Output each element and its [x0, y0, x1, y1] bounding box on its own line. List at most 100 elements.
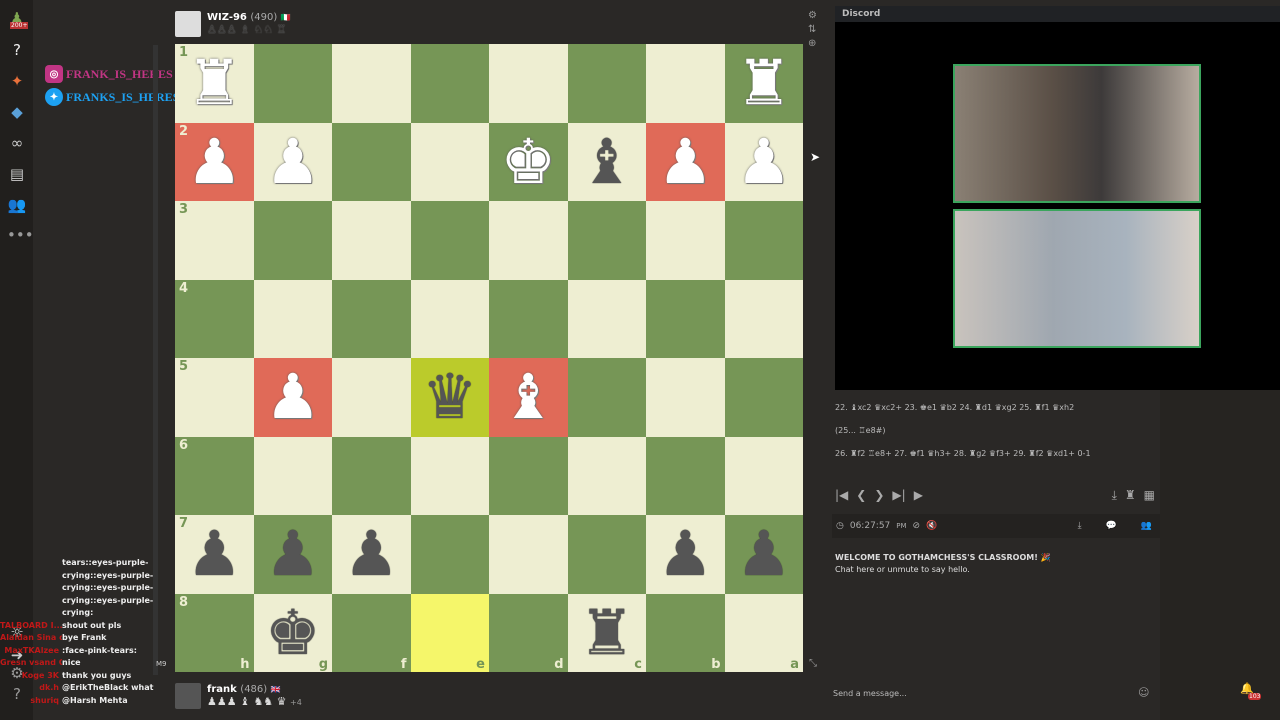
move-line[interactable]: 22. ♝xc2 ♛xc2+ 23. ♚e1 ♛b2 24. ♜d1 ♛xg2 … — [835, 398, 1160, 421]
square-e1[interactable] — [410, 44, 489, 123]
emoji-icon[interactable]: ☺ — [1138, 686, 1149, 699]
chat-username[interactable] — [0, 596, 62, 609]
square-e8[interactable]: e — [410, 593, 489, 672]
avatar[interactable] — [175, 11, 201, 37]
white-piece[interactable]: ♟ — [265, 366, 321, 428]
chat-username[interactable] — [0, 558, 62, 571]
puzzle-icon[interactable]: ? — [7, 40, 27, 60]
black-piece[interactable]: ♟ — [265, 523, 321, 585]
square-b5[interactable] — [646, 358, 725, 437]
square-g4[interactable] — [253, 279, 332, 358]
square-h2[interactable]: ♟ 2 — [175, 122, 254, 201]
chat-username[interactable] — [0, 571, 62, 584]
chat-username[interactable] — [0, 583, 62, 596]
last-move-button[interactable]: ▶| — [892, 488, 905, 502]
chat-username[interactable]: Alaldan Sina ole... — [0, 633, 62, 646]
square-a5[interactable] — [724, 358, 803, 437]
white-piece[interactable]: ♟ — [657, 130, 713, 193]
white-piece[interactable]: ♟ — [736, 130, 792, 193]
square-g5[interactable]: ♟ — [253, 358, 332, 437]
square-e6[interactable] — [410, 436, 489, 515]
square-e7[interactable] — [410, 515, 489, 594]
black-piece[interactable]: ♟ — [736, 523, 792, 585]
square-b3[interactable] — [646, 201, 725, 280]
chat-username[interactable]: Gresn vsand G... — [0, 658, 62, 671]
chat-username[interactable] — [0, 608, 62, 621]
square-g6[interactable] — [253, 436, 332, 515]
square-g7[interactable]: ♟ — [253, 515, 332, 594]
message-input[interactable]: Send a message... — [825, 682, 1160, 706]
chess-board[interactable]: ♜ 1 ♜ ♟ 2 ♟ ♚ ♝ ♟ ♟ 3 4 5 ♟ ♛ ♝ 6 ♟ 7 ♟ ♟ ♟ ♟ 8 h ♚ g f e d ♜ c b a — [175, 44, 803, 672]
twitter-link[interactable]: ✦ FRANKS_IS_HERES — [45, 88, 179, 106]
settings-icon[interactable]: ⚙ — [808, 10, 822, 21]
move-variation[interactable]: (25... ♖e8#) — [835, 421, 1160, 444]
square-a7[interactable]: ♟ — [724, 515, 803, 594]
resize-icon[interactable]: ⤡ — [809, 658, 817, 669]
black-piece[interactable]: ♟ — [186, 523, 242, 585]
square-b2[interactable]: ♟ — [646, 122, 725, 201]
chat-icon[interactable]: 💬 — [1106, 521, 1117, 531]
square-c6[interactable] — [567, 436, 646, 515]
lesson-icon[interactable]: ✦ — [7, 71, 27, 91]
mute-icon[interactable]: 🔇 — [926, 521, 937, 531]
square-f8[interactable]: f — [332, 593, 411, 672]
video-tile-streamer[interactable] — [953, 64, 1201, 203]
square-d2[interactable]: ♚ — [489, 122, 568, 201]
learn-icon[interactable]: ◆ — [7, 102, 27, 122]
square-h3[interactable]: 3 — [175, 201, 254, 280]
first-move-button[interactable]: |◀ — [835, 488, 848, 502]
chat-username[interactable]: Koge 3K — [0, 671, 62, 684]
move-line[interactable]: 26. ♜f2 ♖e8+ 27. ♚f1 ♛h3+ 28. ♜g2 ♛f3+ 2… — [835, 444, 1160, 467]
square-f1[interactable] — [332, 44, 411, 123]
square-e2[interactable] — [410, 122, 489, 201]
square-b1[interactable] — [646, 44, 725, 123]
square-e3[interactable] — [410, 201, 489, 280]
black-piece[interactable]: ♟ — [657, 523, 713, 585]
friends-icon[interactable]: 👥 — [7, 195, 27, 215]
square-d1[interactable] — [489, 44, 568, 123]
square-h5[interactable]: 5 — [175, 358, 254, 437]
square-d7[interactable] — [489, 515, 568, 594]
next-move-button[interactable]: ❯ — [874, 488, 884, 502]
player-name[interactable]: WIZ-96 — [207, 12, 247, 23]
download-icon[interactable]: ⤓ — [1078, 521, 1082, 531]
white-piece[interactable]: ♚ — [500, 130, 556, 193]
flip-board-icon[interactable]: ⇅ — [808, 24, 822, 35]
player-name[interactable]: frank — [207, 684, 237, 695]
camera-off-icon[interactable]: ⊘ — [913, 521, 921, 531]
square-c4[interactable] — [567, 279, 646, 358]
avatar[interactable] — [175, 683, 201, 709]
white-piece[interactable]: ♟ — [265, 130, 321, 193]
square-a1[interactable]: ♜ — [724, 44, 803, 123]
square-h4[interactable]: 4 — [175, 279, 254, 358]
square-d5[interactable]: ♝ — [489, 358, 568, 437]
square-a6[interactable] — [724, 436, 803, 515]
square-g1[interactable] — [253, 44, 332, 123]
square-c2[interactable]: ♝ — [567, 122, 646, 201]
square-f7[interactable]: ♟ — [332, 515, 411, 594]
square-f6[interactable] — [332, 436, 411, 515]
square-a2[interactable]: ♟ — [724, 122, 803, 201]
square-h7[interactable]: ♟ 7 — [175, 515, 254, 594]
square-a3[interactable] — [724, 201, 803, 280]
users-icon[interactable]: 👥 — [1141, 521, 1152, 531]
square-b8[interactable]: b — [646, 593, 725, 672]
black-piece[interactable]: ♝ — [579, 130, 635, 193]
square-h6[interactable]: 6 — [175, 436, 254, 515]
chat-username[interactable]: TALBOARD I... — [0, 621, 62, 634]
square-a4[interactable] — [724, 279, 803, 358]
square-c8[interactable]: ♜ c — [567, 593, 646, 672]
square-c7[interactable] — [567, 515, 646, 594]
new-board-icon[interactable]: ▦ — [1144, 488, 1155, 502]
white-piece[interactable]: ♟ — [186, 130, 242, 193]
square-b6[interactable] — [646, 436, 725, 515]
square-f4[interactable] — [332, 279, 411, 358]
square-c3[interactable] — [567, 201, 646, 280]
square-d8[interactable]: d — [489, 593, 568, 672]
square-b4[interactable] — [646, 279, 725, 358]
white-piece[interactable]: ♜ — [186, 52, 242, 114]
square-g3[interactable] — [253, 201, 332, 280]
square-b7[interactable]: ♟ — [646, 515, 725, 594]
square-g2[interactable]: ♟ — [253, 122, 332, 201]
square-f2[interactable] — [332, 122, 411, 201]
